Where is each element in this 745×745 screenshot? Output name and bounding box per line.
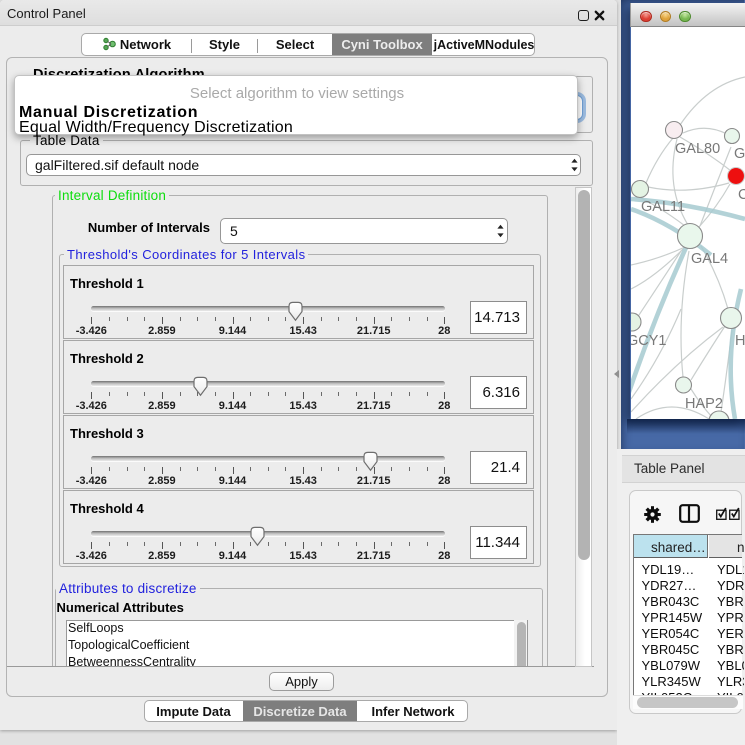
svg-text:H: H [735,333,745,349]
svg-text:GAL80: GAL80 [675,141,720,157]
svg-text:GAL4: GAL4 [691,251,728,267]
svg-text:GAL11: GAL11 [641,199,685,215]
svg-text:HAP2: HAP2 [685,396,723,412]
svg-text:GCY1: GCY1 [631,333,667,349]
svg-text:C: C [738,187,745,203]
svg-text:GA: GA [734,146,745,162]
